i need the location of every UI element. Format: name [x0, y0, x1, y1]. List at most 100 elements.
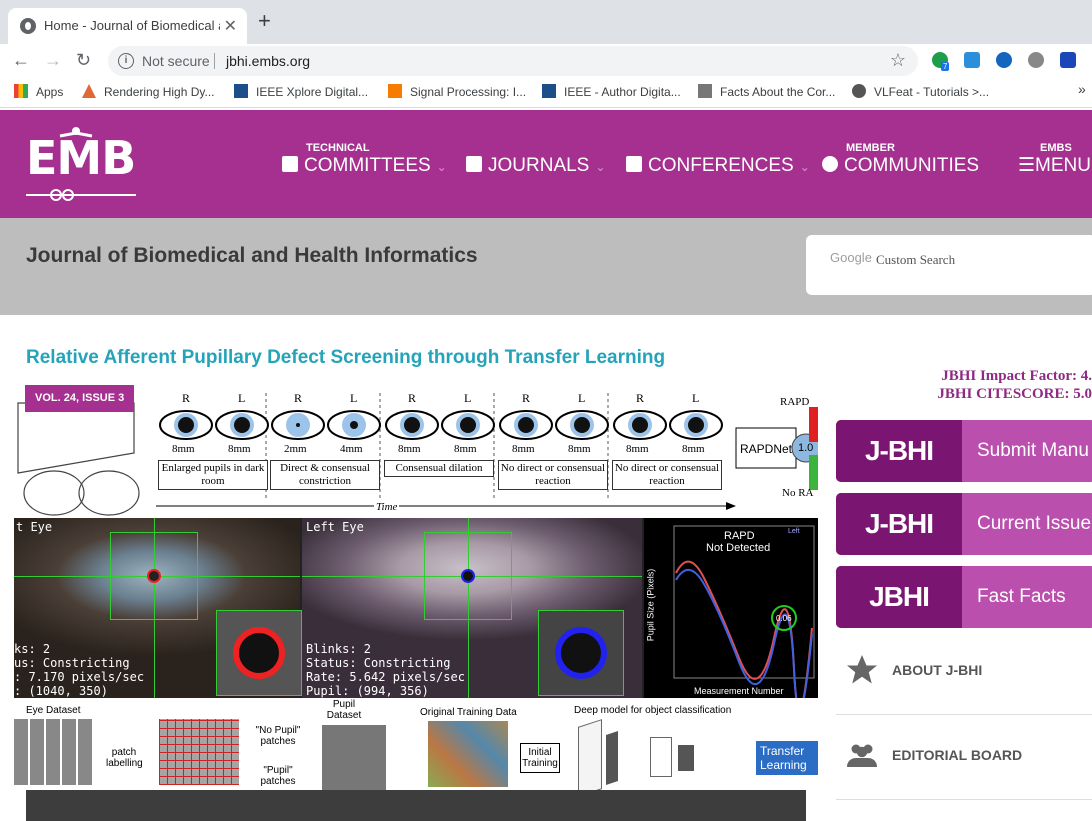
chevron-down-icon: ⌄ [799, 160, 810, 174]
patch-grid [159, 719, 239, 785]
extension-badge: 7 [941, 62, 950, 71]
bookmark-item[interactable]: IEEE Xplore Digital... [234, 84, 368, 99]
apps-grid-icon [14, 84, 28, 98]
tab-title: Home - Journal of Biomedical an [44, 18, 220, 33]
search-box[interactable]: Google Custom Search [806, 235, 1092, 295]
bookmarks-bar: Apps Rendering High Dy... IEEE Xplore Di… [0, 78, 1092, 108]
reload-icon[interactable]: ↻ [76, 50, 91, 70]
button-brand: J-BHI [836, 493, 962, 555]
sidebar-divider [836, 714, 1092, 715]
browser-toolbar: ← → ↻ i Not secure jbhi.embs.org ☆ 7 [0, 44, 1092, 78]
users-icon [847, 744, 877, 767]
transfer-learning-box: Transfer Learning [756, 741, 818, 775]
globe-icon [20, 18, 36, 34]
article-title[interactable]: Relative Afferent Pupillary Defect Scree… [26, 347, 665, 369]
pupil-zoom [538, 610, 624, 696]
rapdnet-label: RAPDNet [740, 442, 793, 456]
nav-communities[interactable]: MEMBER COMMUNITIES [822, 142, 979, 178]
article-figure[interactable]: VOL. 24, ISSUE 3 Time RAPDNet 1.0 RAPD N… [14, 383, 818, 819]
button-label: Current Issue [977, 513, 1092, 534]
nav-journals[interactable]: JOURNALS ⌄ [466, 154, 605, 178]
address-bar[interactable]: i Not secure jbhi.embs.org ☆ [108, 46, 918, 76]
new-tab-button[interactable]: + [258, 10, 271, 32]
current-issue-button[interactable]: J-BHI Current Issue [836, 493, 1092, 555]
nav-conferences[interactable]: CONFERENCES ⌄ [626, 154, 810, 178]
emb-logo[interactable]: EMB [26, 127, 138, 210]
extension-icon-3[interactable] [996, 52, 1012, 68]
stage-caption: Enlarged pupils in dark room [158, 460, 268, 490]
pupil-shape [518, 417, 534, 433]
pupil-shape [296, 423, 300, 427]
sidebar: JBHI Impact Factor: 4. JBHI CITESCORE: 5… [836, 368, 1092, 821]
issue-badge: VOL. 24, ISSUE 3 [25, 385, 135, 412]
plot-title: RAPD [724, 530, 755, 542]
right-eye-image: t Eye ks: 2 us: Constricting: 7.170 pixel… [14, 518, 302, 698]
nav-small-label: TECHNICAL [306, 142, 370, 154]
original-data-grid [428, 721, 508, 787]
submit-manuscript-button[interactable]: J-BHI Submit Manu [836, 420, 1092, 482]
layer-block [650, 737, 672, 777]
bookmark-apps[interactable]: Apps [14, 84, 63, 99]
stage-caption: No direct or consensual reaction [498, 460, 608, 490]
left-eye-image: Left Eye Blinks: 2 Status: Constricting Ra… [302, 518, 642, 698]
back-icon[interactable]: ← [12, 50, 30, 70]
layer-block [578, 719, 602, 797]
pupil-size-label: 8mm [568, 443, 591, 455]
stage-caption: Consensual dilation [384, 460, 494, 477]
editorial-board-link[interactable]: EDITORIAL BOARD [836, 720, 1092, 790]
logo-connector-icon [50, 189, 74, 201]
sidebar-divider [836, 799, 1092, 800]
pupil-size-plot: RAPD Not Detected 0.06 Measurement Numbe… [644, 518, 818, 712]
button-brand: J-BHI [836, 420, 962, 482]
eye-side-label: L [578, 391, 586, 405]
omnibox-divider [214, 53, 215, 69]
pupil-dataset-label: Pupil Dataset [326, 699, 362, 721]
nav-committees[interactable]: TECHNICAL COMMITTEES ⌄ [282, 142, 447, 178]
plot-legend: Left [788, 528, 800, 535]
nav-menu[interactable]: EMBS ☰MENU [1018, 142, 1091, 178]
search-input[interactable]: Custom Search [876, 252, 955, 268]
pupil-label: "Pupil" patches [260, 765, 296, 787]
pupil-marker [461, 569, 475, 583]
about-label: ABOUT J-BHI [892, 662, 983, 678]
pupil-shape [404, 417, 420, 433]
extension-icon-5[interactable] [1060, 52, 1076, 68]
nav-label: COMMITTEES [304, 155, 431, 176]
bookmark-item[interactable]: Signal Processing: I... [388, 84, 526, 99]
bookmark-item[interactable]: Facts About the Cor... [698, 84, 835, 99]
bookmarks-overflow[interactable]: » [1078, 81, 1086, 97]
eye-side-label: L [350, 391, 358, 405]
about-link[interactable]: ABOUT J-BHI [836, 635, 1092, 705]
info-icon[interactable]: i [118, 53, 134, 69]
extension-icon-4[interactable] [1028, 52, 1044, 68]
rapd-top-label: RAPD [780, 396, 810, 408]
overlay-title: t Eye [16, 520, 53, 534]
url-text[interactable]: jbhi.embs.org [226, 53, 310, 69]
elsevier-icon [388, 84, 402, 98]
pupil-shape [350, 421, 358, 429]
fast-facts-button[interactable]: JBHI Fast Facts [836, 566, 1092, 628]
close-tab-icon[interactable]: ✕ [224, 16, 237, 36]
bookmark-item[interactable]: VLFeat - Tutorials >... [852, 84, 989, 99]
globe-icon [852, 84, 866, 98]
eye-side-label: L [238, 391, 246, 405]
journal-title: Journal of Biomedical and Health Informa… [26, 244, 478, 267]
bookmark-item[interactable]: IEEE - Author Digita... [542, 84, 681, 99]
original-data-label: Original Training Data [420, 707, 517, 718]
pupil-size-label: 2mm [284, 443, 307, 455]
forward-icon[interactable]: → [44, 50, 62, 70]
active-tab[interactable]: Home - Journal of Biomedical an ✕ [8, 8, 247, 44]
eye-side-label: R [182, 391, 191, 405]
bookmark-star-icon[interactable]: ☆ [890, 50, 906, 71]
chevron-down-icon: ⌄ [436, 160, 447, 174]
pupil-shape [234, 417, 250, 433]
extension-icon-2[interactable] [964, 52, 980, 68]
no-pupil-label: "No Pupil" patches [255, 725, 301, 747]
bookmark-item[interactable]: Rendering High Dy... [82, 84, 215, 99]
hamburger-icon: ☰ [1018, 155, 1036, 176]
security-label: Not secure [142, 53, 210, 69]
eye-dataset-grid [14, 719, 94, 785]
search-brand: Google [830, 250, 872, 265]
initial-training-label: Initial Training [520, 743, 560, 773]
citescore: JBHI CITESCORE: 5.0 [937, 386, 1092, 402]
